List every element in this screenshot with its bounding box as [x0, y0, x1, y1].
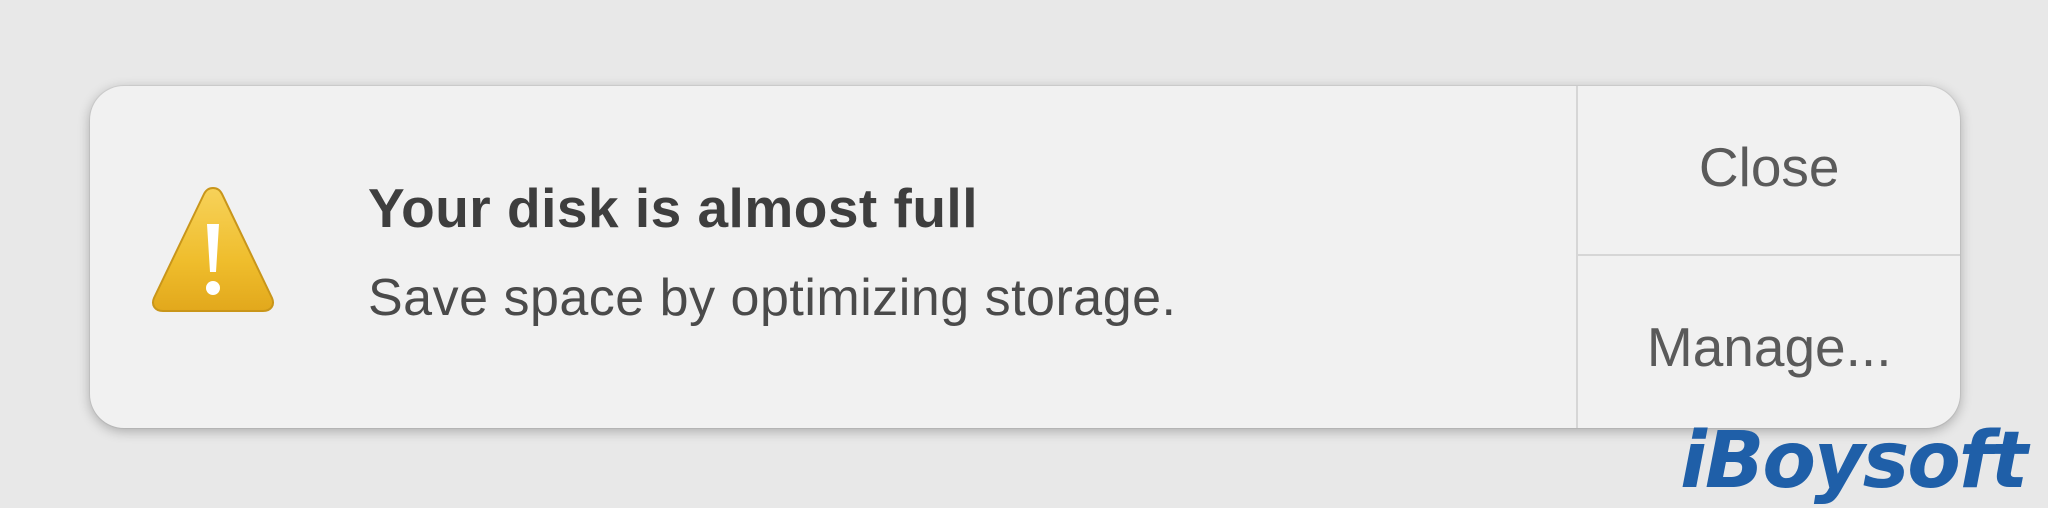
close-button[interactable]: Close [1578, 86, 1960, 256]
warning-triangle-icon [152, 186, 274, 312]
notification-subtitle: Save space by optimizing storage. [368, 269, 1177, 327]
notification-actions: Close Manage... [1576, 86, 1960, 428]
manage-button[interactable]: Manage... [1578, 256, 1960, 428]
iboysoft-watermark-logo: iBoysoft [1680, 416, 2028, 506]
notification-title: Your disk is almost full [368, 177, 978, 239]
disk-full-notification: Your disk is almost full Save space by o… [90, 86, 1960, 428]
notification-content[interactable]: Your disk is almost full Save space by o… [90, 86, 1576, 428]
